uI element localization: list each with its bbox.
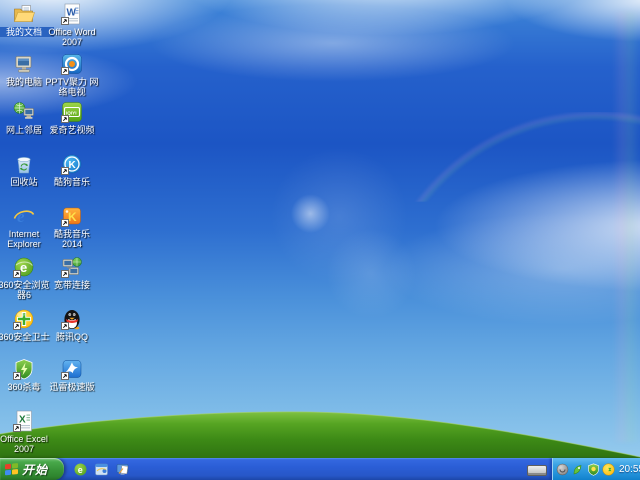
icon-label: 酷我音乐 2014	[53, 229, 90, 249]
desktop-icon-kugou[interactable]: K 酷狗音乐	[42, 153, 102, 187]
my-computer-icon	[13, 53, 35, 75]
kuwo-letter: K	[68, 210, 77, 224]
network-places-icon	[13, 101, 35, 123]
svg-text:e: e	[77, 464, 82, 474]
broadband-connection-icon	[61, 256, 83, 278]
qq-penguin-icon	[61, 308, 83, 330]
desktop-icon-pptv[interactable]: PPTV聚力 网络电视	[42, 53, 102, 97]
quick-launch-bar: e	[70, 458, 130, 480]
show-desktop-quicklaunch-icon[interactable]	[114, 461, 130, 477]
desktop-icon-broadband[interactable]: 宽带连接	[42, 256, 102, 290]
iqiyi-icon: iQIYI	[61, 101, 83, 123]
icon-label: 酷狗音乐	[53, 177, 90, 187]
shortcut-arrow-icon	[61, 17, 69, 25]
taskbar: 开始 e 20:5	[0, 458, 640, 480]
desktop[interactable]: 我的文档 我的电脑 网上邻居 回收站 e Internet Explorer e…	[0, 0, 640, 480]
office-word-icon: W	[61, 3, 83, 25]
my-documents-icon	[13, 3, 35, 25]
360-browser-quicklaunch-icon[interactable]: e	[72, 461, 88, 477]
shortcut-arrow-icon	[61, 372, 69, 380]
desktop-icon-iqiyi[interactable]: iQIYI 爱奇艺视频	[42, 101, 102, 135]
desktop-icon-xunlei[interactable]: 迅雷极速版	[42, 358, 102, 392]
360-browser-icon: e	[13, 256, 35, 278]
system-tray: 20:55	[552, 458, 640, 480]
desktop-icon-office-excel[interactable]: X Office Excel 2007	[0, 410, 54, 454]
tray-clock[interactable]: 20:55	[619, 464, 640, 475]
icon-label: 宽带连接	[53, 280, 90, 290]
shortcut-arrow-icon	[61, 167, 69, 175]
grass-hill	[0, 411, 640, 458]
kugou-letter: K	[69, 160, 77, 171]
tray-360-guard-icon[interactable]	[587, 462, 600, 476]
desktop-icon-kuwo[interactable]: K 酷我音乐 2014	[42, 205, 102, 249]
shortcut-arrow-icon	[13, 322, 21, 330]
ie-letter: e	[17, 207, 25, 226]
icon-label: 爱奇艺视频	[49, 125, 95, 135]
kugou-icon: K	[61, 153, 83, 175]
360-guard-icon	[13, 308, 35, 330]
shortcut-arrow-icon	[61, 115, 69, 123]
icon-label: 腾讯QQ	[55, 332, 88, 342]
desktop-icon-qq[interactable]: 腾讯QQ	[42, 308, 102, 342]
icon-label: Office Word 2007	[48, 27, 96, 47]
tray-360-antivirus-icon[interactable]	[602, 462, 615, 476]
rainbow-band	[612, 12, 640, 442]
tray-gray-status-icon[interactable]	[556, 463, 569, 476]
pptv-icon	[61, 53, 83, 75]
office-excel-icon: X	[13, 410, 35, 432]
kuwo-icon: K	[61, 205, 83, 227]
shortcut-arrow-icon	[61, 67, 69, 75]
ie-window-quicklaunch-icon[interactable]	[93, 461, 109, 477]
shortcut-arrow-icon	[61, 322, 69, 330]
desktop-icon-office-word[interactable]: W Office Word 2007	[42, 3, 102, 47]
xunlei-bird-icon	[61, 358, 83, 380]
windows-logo-icon	[4, 462, 19, 476]
tray-green-status-icon[interactable]	[571, 463, 584, 476]
360-antivirus-icon	[13, 358, 35, 380]
icon-label: PPTV聚力 网络电视	[45, 77, 99, 97]
shortcut-arrow-icon	[61, 270, 69, 278]
language-bar-button[interactable]	[527, 465, 547, 476]
shortcut-arrow-icon	[13, 424, 21, 432]
shortcut-arrow-icon	[61, 219, 69, 227]
start-button[interactable]: 开始	[0, 458, 64, 480]
recycle-bin-icon	[13, 153, 35, 175]
icon-label: Office Excel 2007	[0, 434, 48, 454]
internet-explorer-icon: e	[13, 205, 35, 227]
shortcut-arrow-icon	[13, 372, 21, 380]
browser360-letter: e	[20, 260, 27, 275]
shortcut-arrow-icon	[13, 270, 21, 278]
start-label: 开始	[22, 462, 49, 477]
icon-label: 迅雷极速版	[49, 382, 95, 392]
